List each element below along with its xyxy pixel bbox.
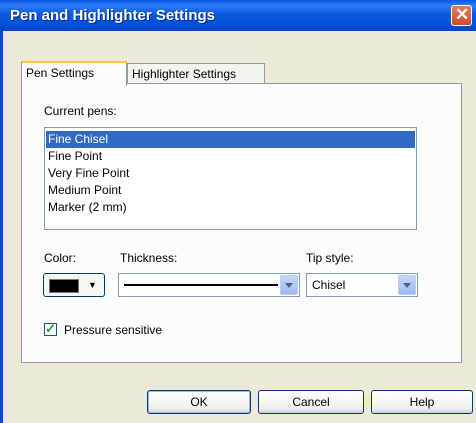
window-frame	[0, 31, 3, 423]
current-pens-label: Current pens:	[44, 104, 117, 118]
checkmark-icon: ✓	[45, 321, 56, 336]
tip-style-value: Chisel	[312, 278, 346, 292]
list-item[interactable]: Fine Chisel	[46, 131, 415, 148]
pens-listbox[interactable]: Fine Chisel Fine Point Very Fine Point M…	[44, 127, 417, 230]
color-label: Color:	[44, 251, 77, 265]
tab-highlighter-settings-label: Highlighter Settings	[132, 67, 237, 81]
thickness-line-preview	[124, 284, 278, 286]
settings-dialog: Pen and Highlighter Settings ✕ Pen Setti…	[0, 0, 476, 423]
chevron-down-icon[interactable]	[280, 275, 298, 295]
cancel-button[interactable]: Cancel	[258, 390, 364, 414]
list-item[interactable]: Very Fine Point	[46, 165, 415, 182]
list-item[interactable]: Marker (2 mm)	[46, 199, 415, 216]
thickness-label: Thickness:	[120, 251, 178, 265]
color-picker-button[interactable]: ▼	[43, 273, 105, 297]
close-icon: ✕	[455, 5, 470, 24]
list-item[interactable]: Fine Point	[46, 148, 415, 165]
tab-pen-settings[interactable]: Pen Settings	[21, 61, 127, 86]
help-button[interactable]: Help	[371, 390, 473, 414]
thickness-select[interactable]	[118, 273, 300, 297]
ok-button[interactable]: OK	[147, 390, 251, 414]
pressure-sensitive-checkbox[interactable]: ✓	[44, 321, 57, 336]
tip-style-select[interactable]: Chisel	[306, 273, 418, 297]
close-button[interactable]: ✕	[451, 5, 472, 26]
tab-pen-settings-label: Pen Settings	[26, 66, 95, 80]
title-bar[interactable]: Pen and Highlighter Settings ✕	[0, 0, 476, 31]
dialog-title: Pen and Highlighter Settings	[10, 7, 216, 24]
chevron-down-icon: ▼	[88, 280, 97, 290]
pressure-sensitive-label[interactable]: Pressure sensitive	[64, 323, 162, 337]
tip-style-label: Tip style:	[306, 251, 354, 265]
color-swatch	[49, 279, 79, 293]
list-item[interactable]: Medium Point	[46, 182, 415, 199]
tab-highlighter-settings[interactable]: Highlighter Settings	[127, 63, 265, 85]
chevron-down-icon[interactable]	[398, 275, 416, 295]
